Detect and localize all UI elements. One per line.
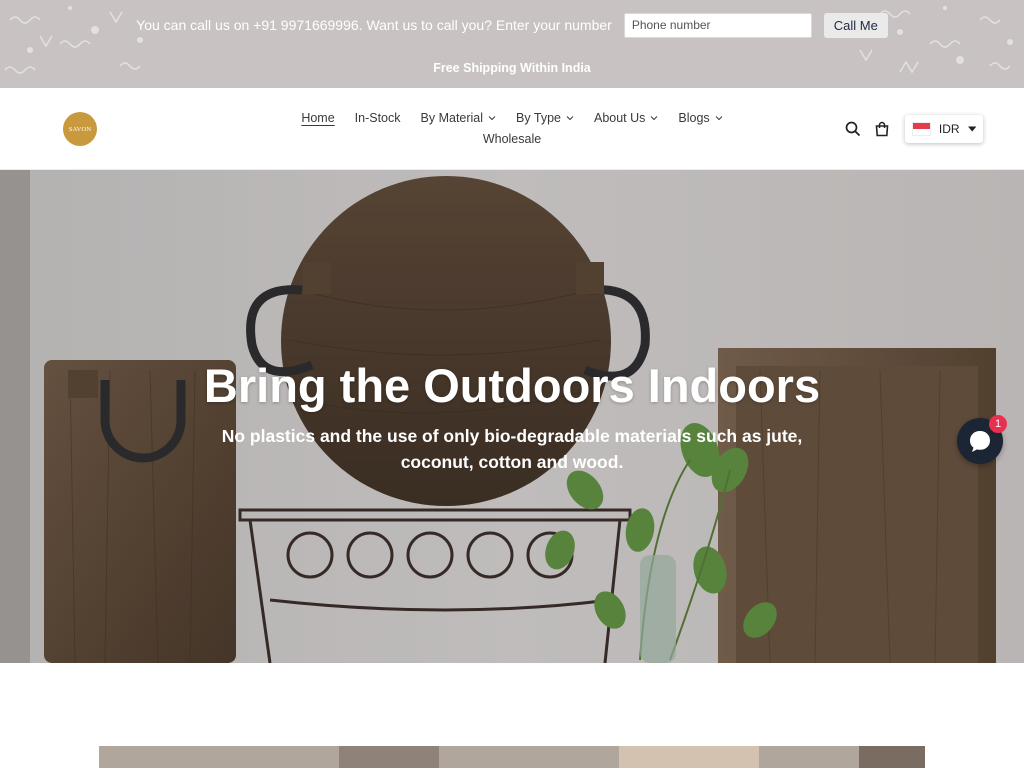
chevron-down-icon: [488, 116, 496, 121]
nav-label: By Type: [516, 111, 561, 125]
nav-label: Wholesale: [482, 132, 542, 146]
nav-label: About Us: [593, 111, 646, 125]
shipping-notice: Free Shipping Within India: [433, 61, 591, 75]
phone-number-input[interactable]: [623, 12, 812, 38]
search-icon[interactable]: [845, 121, 861, 137]
nav-label: Home: [301, 111, 335, 125]
nav-item-by-material[interactable]: By Material: [421, 110, 497, 126]
brand-logo[interactable]: SAVON: [63, 112, 97, 146]
nav-item-home[interactable]: Home: [301, 110, 334, 126]
indonesia-flag-icon: [912, 122, 931, 136]
header-icons: [845, 121, 890, 137]
chevron-down-icon: [566, 116, 574, 121]
chat-bubble-icon: [970, 431, 990, 452]
site-header: SAVON Home In-Stock By Material By Type …: [0, 88, 1024, 170]
hero-banner: Bring the Outdoors Indoors No plastics a…: [0, 170, 1024, 663]
announcement-bar: You can call us on +91 9971669996. Want …: [0, 0, 1024, 88]
nav-label: In-Stock: [354, 111, 401, 125]
hero-subtitle: No plastics and the use of only bio-degr…: [221, 426, 803, 472]
currency-selector[interactable]: IDR: [905, 115, 983, 143]
hero-title: Bring the Outdoors Indoors: [203, 359, 821, 412]
call-text: You can call us on +91 9971669996. Want …: [136, 17, 612, 33]
currency-code: IDR: [938, 122, 960, 136]
nav-item-about-us[interactable]: About Us: [594, 110, 658, 126]
cart-icon[interactable]: [874, 121, 890, 137]
featured-image: [99, 746, 925, 768]
nav-item-wholesale[interactable]: Wholesale: [483, 131, 541, 147]
nav-item-in-stock[interactable]: In-Stock: [355, 110, 401, 126]
logo-text: SAVON: [68, 125, 92, 133]
main-nav: Home In-Stock By Material By Type About …: [300, 110, 724, 147]
chevron-down-icon: [651, 116, 658, 121]
chat-badge: 1: [989, 415, 1007, 433]
nav-label: By Material: [420, 111, 484, 125]
nav-label: Blogs: [678, 111, 710, 125]
featured-image-peek: [99, 746, 925, 768]
nav-item-by-type[interactable]: By Type: [516, 110, 574, 126]
caret-down-icon: [967, 126, 976, 132]
chevron-down-icon: [715, 116, 723, 121]
nav-item-blogs[interactable]: Blogs: [678, 110, 723, 126]
hero-image: [0, 170, 1024, 663]
callback-form: You can call us on +91 9971669996. Want …: [0, 12, 1024, 38]
call-me-button[interactable]: Call Me: [823, 12, 888, 38]
